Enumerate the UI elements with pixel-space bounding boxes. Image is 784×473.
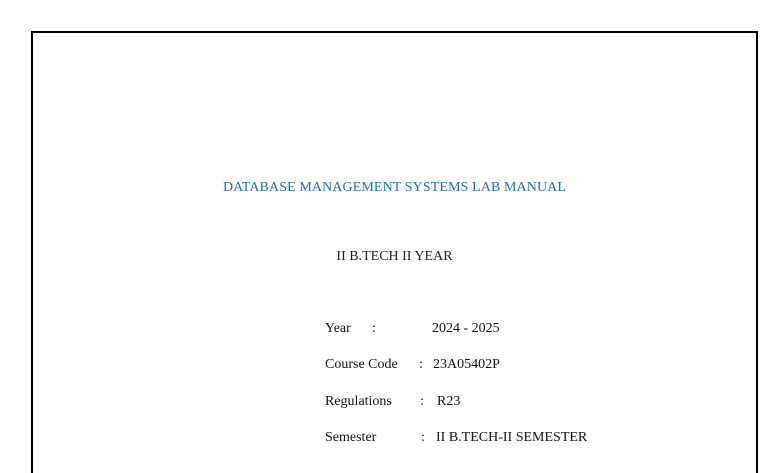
detail-separator: : bbox=[421, 430, 425, 445]
manual-title: DATABASE MANAGEMENT SYSTEMS LAB MANUAL bbox=[222, 180, 567, 195]
detail-separator: : bbox=[420, 394, 424, 409]
detail-label: Course Code bbox=[325, 357, 398, 372]
detail-value: II B.TECH-II SEMESTER bbox=[436, 430, 588, 445]
detail-separator: : bbox=[419, 357, 423, 372]
detail-value: 2024 - 2025 bbox=[432, 321, 500, 336]
detail-label: Regulations bbox=[325, 394, 392, 409]
detail-separator: : bbox=[372, 321, 376, 336]
document-page: DATABASE MANAGEMENT SYSTEMS LAB MANUAL I… bbox=[31, 31, 758, 473]
manual-subtitle: II B.TECH II YEAR bbox=[336, 249, 453, 264]
detail-label: Year bbox=[325, 321, 351, 336]
detail-value: 23A05402P bbox=[433, 357, 500, 372]
detail-label: Semester bbox=[325, 430, 377, 445]
detail-value: R23 bbox=[437, 394, 461, 409]
